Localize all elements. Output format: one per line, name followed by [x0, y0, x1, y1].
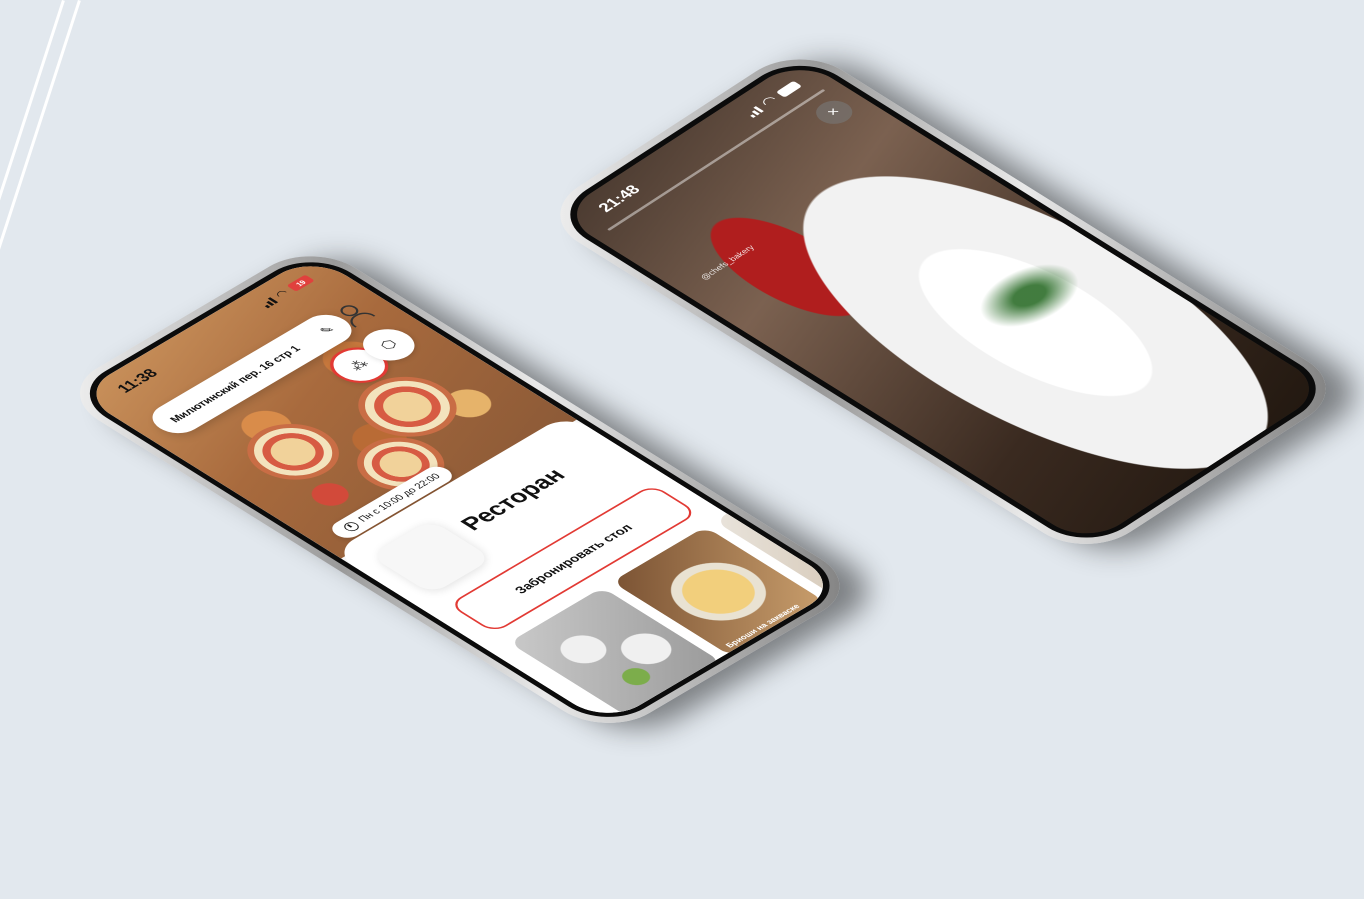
- restaurant-title: Ресторан: [454, 464, 572, 535]
- clock-icon: [340, 520, 362, 533]
- wifi-icon: ◠: [271, 287, 293, 301]
- signal-icon: [258, 296, 278, 309]
- decorative-line-2: [0, 0, 81, 287]
- food-bowl: [228, 412, 358, 492]
- battery-icon: 19: [286, 274, 315, 292]
